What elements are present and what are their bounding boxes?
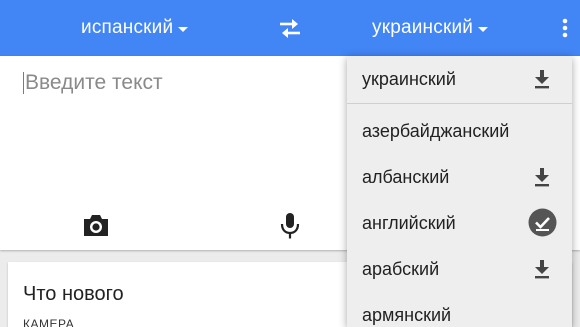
dropdown-item-armenian[interactable]: армянский (347, 292, 572, 327)
source-text-input[interactable] (25, 68, 325, 98)
language-label: английский (362, 213, 456, 233)
source-language-selector[interactable]: испанский (81, 0, 189, 56)
top-app-bar: испанский украинский (0, 0, 580, 56)
more-vert-icon (562, 18, 568, 38)
language-label: албанский (362, 167, 450, 187)
voice-input-button[interactable] (279, 211, 301, 241)
dropdown-selected-language[interactable]: украинский (347, 56, 572, 104)
whats-new-subtitle: КАМЕРА (23, 317, 75, 327)
selected-language-label: украинский (362, 69, 456, 89)
text-cursor (23, 72, 24, 94)
download-icon[interactable] (533, 259, 551, 279)
dropdown-item-english[interactable]: английский (347, 200, 572, 246)
target-language-label: украинский (372, 17, 474, 38)
source-language-label: испанский (81, 17, 174, 38)
camera-button[interactable] (82, 212, 110, 238)
whats-new-title: Что нового (23, 283, 124, 305)
dropdown-arrow-icon (478, 26, 489, 32)
microphone-icon (280, 213, 300, 239)
download-icon[interactable] (533, 69, 551, 89)
download-icon[interactable] (533, 167, 551, 187)
swap-languages-button[interactable] (276, 14, 304, 42)
language-label: армянский (362, 305, 452, 325)
swap-arrows-icon (280, 19, 300, 38)
translate-screen: испанский украинский Введите текст Что н… (0, 0, 580, 327)
target-language-selector[interactable]: украинский (372, 0, 489, 56)
dropdown-arrow-icon (178, 26, 189, 32)
dropdown-item-arabic[interactable]: арабский (347, 246, 572, 292)
language-label: арабский (362, 259, 440, 279)
overflow-menu-button[interactable] (555, 14, 575, 42)
language-label: азербайджанский (362, 121, 510, 141)
dropdown-item-albanian[interactable]: албанский (347, 154, 572, 200)
target-language-dropdown: украинский азербайджанский албанский анг… (347, 56, 572, 327)
downloaded-check-icon (528, 208, 557, 237)
dropdown-item-azerbaijani[interactable]: азербайджанский (347, 108, 572, 154)
camera-icon (84, 215, 108, 236)
